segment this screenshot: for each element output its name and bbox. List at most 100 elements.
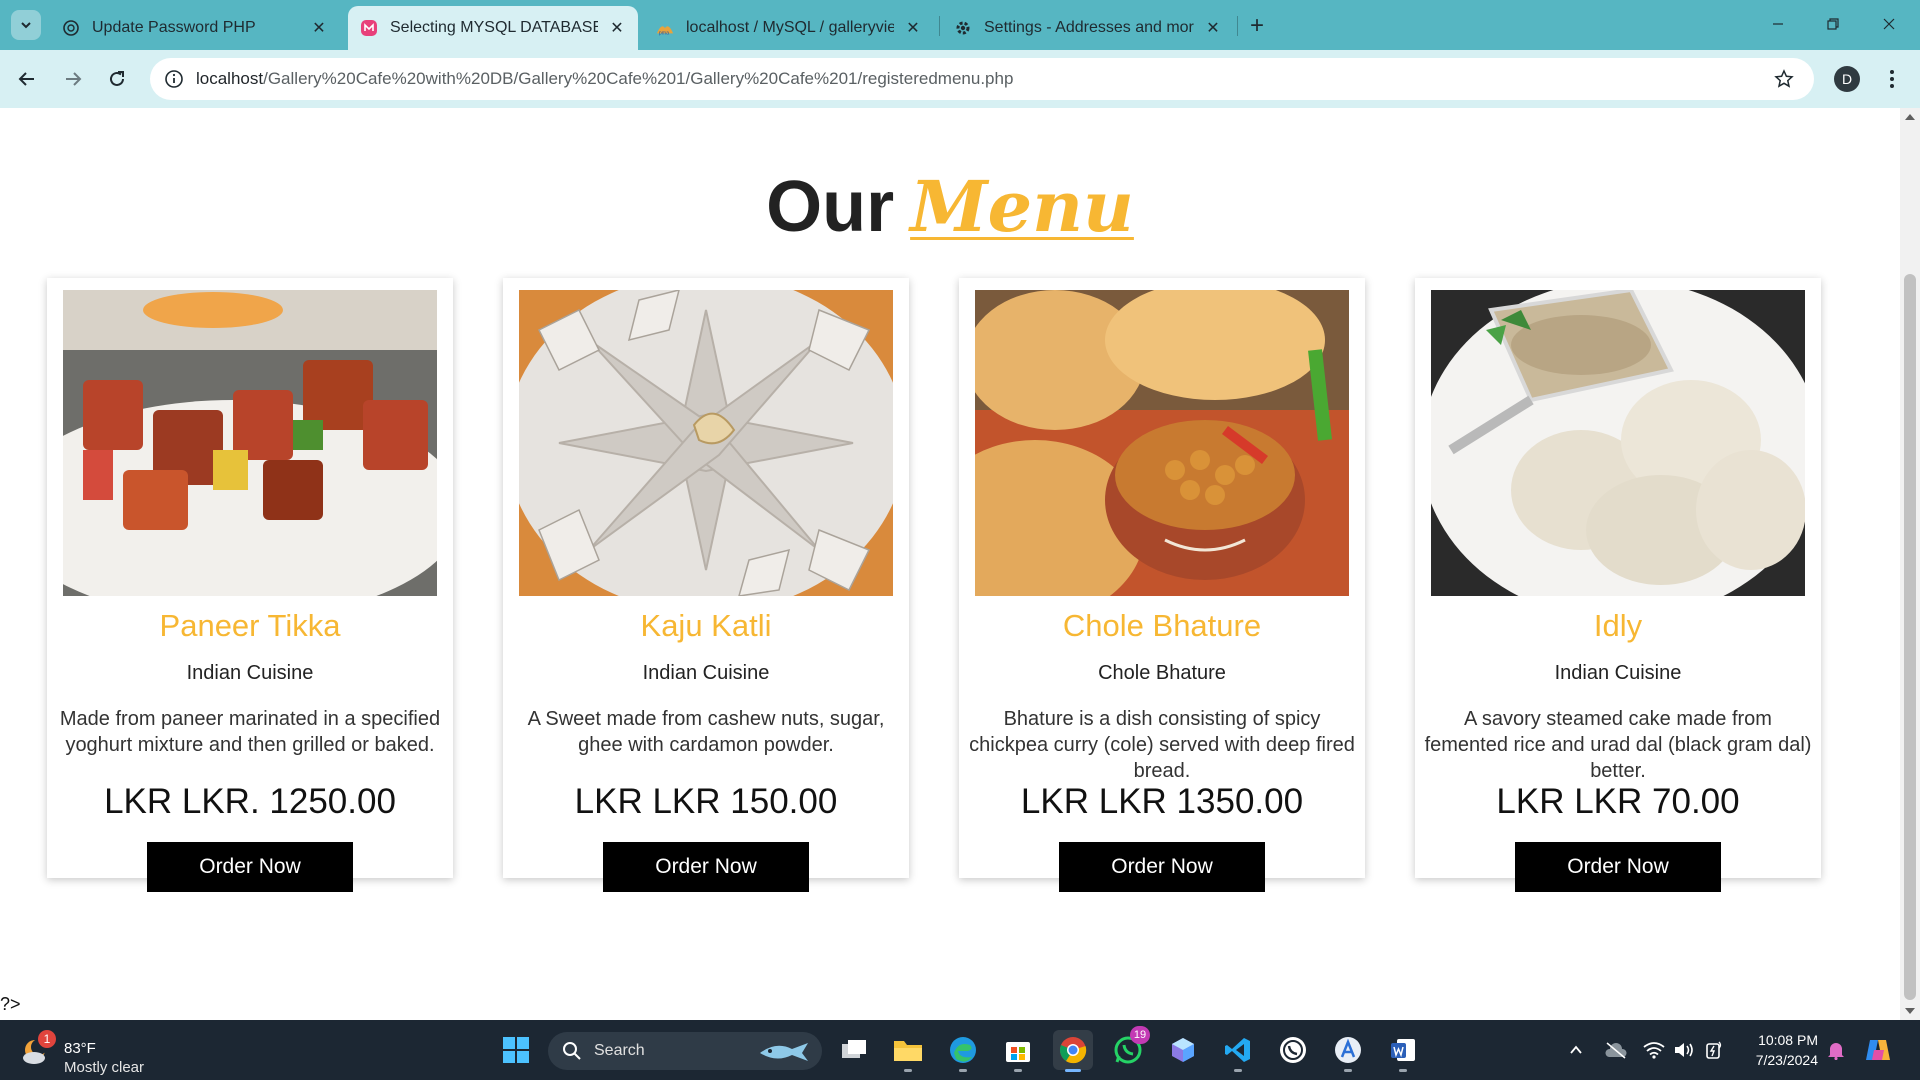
running-indicator [959,1069,967,1072]
title-plain: Our [766,167,895,247]
copilot-icon [1866,1040,1890,1060]
tab-separator [939,16,940,36]
notification-badge: 19 [1130,1026,1150,1044]
app-cube-button[interactable] [1163,1030,1203,1070]
item-cuisine: Chole Bhature [1098,662,1226,684]
cube-icon [1172,1038,1194,1062]
close-window-button[interactable] [1866,8,1912,40]
item-cuisine: Indian Cuisine [642,662,770,684]
app-store-button[interactable] [1328,1030,1368,1072]
weather-temp: 83°F [64,1040,96,1057]
show-hidden-icons-button[interactable] [1562,1036,1590,1064]
network-tray[interactable] [1640,1036,1668,1064]
item-cuisine: Indian Cuisine [186,662,314,684]
item-description: A savory steamed cake made from femented… [1424,708,1812,782]
forward-button[interactable] [56,62,90,96]
running-indicator [1065,1069,1081,1072]
restore-button[interactable] [1810,8,1856,40]
order-now-button[interactable]: Order Now [1059,842,1265,892]
close-icon[interactable]: ✕ [310,19,328,37]
item-description: Made from paneer marinated in a specifie… [59,708,441,756]
scroll-down-arrow-icon[interactable] [1905,1008,1915,1014]
close-icon [1883,18,1895,30]
close-icon[interactable]: ✕ [1204,19,1222,37]
tab-label: Settings - Addresses and more [984,19,1194,36]
new-tab-button[interactable]: + [1243,12,1271,40]
vscode-button[interactable] [1218,1030,1258,1072]
order-now-button[interactable]: Order Now [147,842,353,892]
tab-update-password[interactable]: Update Password PHP ✕ [50,6,340,50]
file-explorer-button[interactable] [888,1030,928,1072]
clock-date: 7/23/2024 [1755,1052,1818,1068]
app-a-icon [1335,1037,1361,1063]
close-icon[interactable]: ✕ [904,19,922,37]
running-indicator [1234,1069,1242,1072]
folder-icon [894,1041,922,1061]
url-path: /Gallery%20Cafe%20with%20DB/Gallery%20Ca… [263,69,1014,88]
order-now-button[interactable]: Order Now [1515,842,1721,892]
whatsapp-business-button[interactable]: 19 [1108,1026,1150,1070]
clock-time: 10:08 PM [1758,1032,1818,1048]
word-button[interactable] [1383,1030,1423,1072]
item-cuisine: Indian Cuisine [1554,662,1682,684]
system-clock[interactable]: 10:08 PM 7/23/2024 [1738,1030,1818,1070]
battery-tray[interactable] [1700,1036,1728,1064]
tab-search-button[interactable] [11,10,41,40]
vscode-icon [1225,1038,1250,1062]
address-bar[interactable]: localhost/Gallery%20Cafe%20with%20DB/Gal… [150,58,1814,100]
running-indicator [904,1069,912,1072]
vertical-scrollbar[interactable] [1900,108,1920,1020]
wifi-icon [1643,1042,1665,1059]
app-icon [360,19,378,37]
reload-icon [110,71,124,86]
stray-php-text: ?> [0,994,21,1014]
scroll-thumb[interactable] [1904,274,1916,1000]
speaker-icon [1675,1043,1693,1057]
store-button[interactable] [998,1030,1038,1072]
item-name: Kaju Katli [640,608,772,643]
volume-tray[interactable] [1670,1036,1698,1064]
item-name: Chole Bhature [1062,608,1262,643]
task-view-button[interactable] [834,1030,874,1070]
tab-strip: Update Password PHP ✕ Selecting MYSQL DA… [0,0,1920,50]
gear-icon [954,19,972,37]
idly-photo [1431,290,1805,596]
item-price: LKR LKR 70.00 [1496,782,1740,821]
arrow-right-icon [66,72,82,86]
tab-phpmyadmin[interactable]: pma localhost / MySQL / galleryview ✕ [644,6,934,50]
start-button[interactable] [496,1030,536,1070]
item-name: Idly [1593,608,1643,643]
onedrive-tray[interactable] [1602,1036,1630,1064]
item-price: LKR LKR 1350.00 [1020,782,1304,821]
page-viewport: Our Menu Paneer Tikka Indian Cuisine Mad… [0,108,1900,1020]
weather-widget[interactable]: 1 83°F Mostly clear [22,1028,172,1076]
notifications-button[interactable] [1822,1036,1850,1064]
order-now-button[interactable]: Order Now [603,842,809,892]
tab-settings[interactable]: Settings - Addresses and more ✕ [942,6,1234,50]
edge-icon [950,1037,976,1063]
taskbar-search[interactable]: Search [548,1032,822,1070]
profile-avatar[interactable]: D [1834,66,1860,92]
openai-icon [62,19,80,37]
back-button[interactable] [10,62,44,96]
tab-selecting-mysql[interactable]: Selecting MYSQL DATABASE (Gi ✕ [348,6,638,50]
chrome-button[interactable] [1053,1030,1093,1072]
copilot-button[interactable] [1864,1036,1892,1064]
bookmark-star-icon[interactable] [1772,67,1796,91]
more-menu-icon[interactable] [1880,64,1904,94]
scroll-up-arrow-icon[interactable] [1905,114,1915,120]
reload-button[interactable] [100,62,134,96]
item-price: LKR LKR 150.00 [574,782,838,821]
site-info-icon[interactable] [162,67,186,91]
word-icon [1391,1039,1415,1061]
close-icon[interactable]: ✕ [608,19,626,37]
arrow-left-icon [18,72,34,86]
phpmyadmin-icon: pma [656,19,674,37]
chole-bhature-photo [975,290,1349,596]
search-label: Search [594,1042,645,1059]
page-title: Our Menu [0,152,1900,262]
edge-button[interactable] [943,1030,983,1072]
whatsapp-button[interactable] [1273,1030,1313,1070]
minimize-button[interactable] [1755,8,1801,40]
menu-card: Kaju Katli Indian Cuisine A Sweet made f… [503,278,909,892]
